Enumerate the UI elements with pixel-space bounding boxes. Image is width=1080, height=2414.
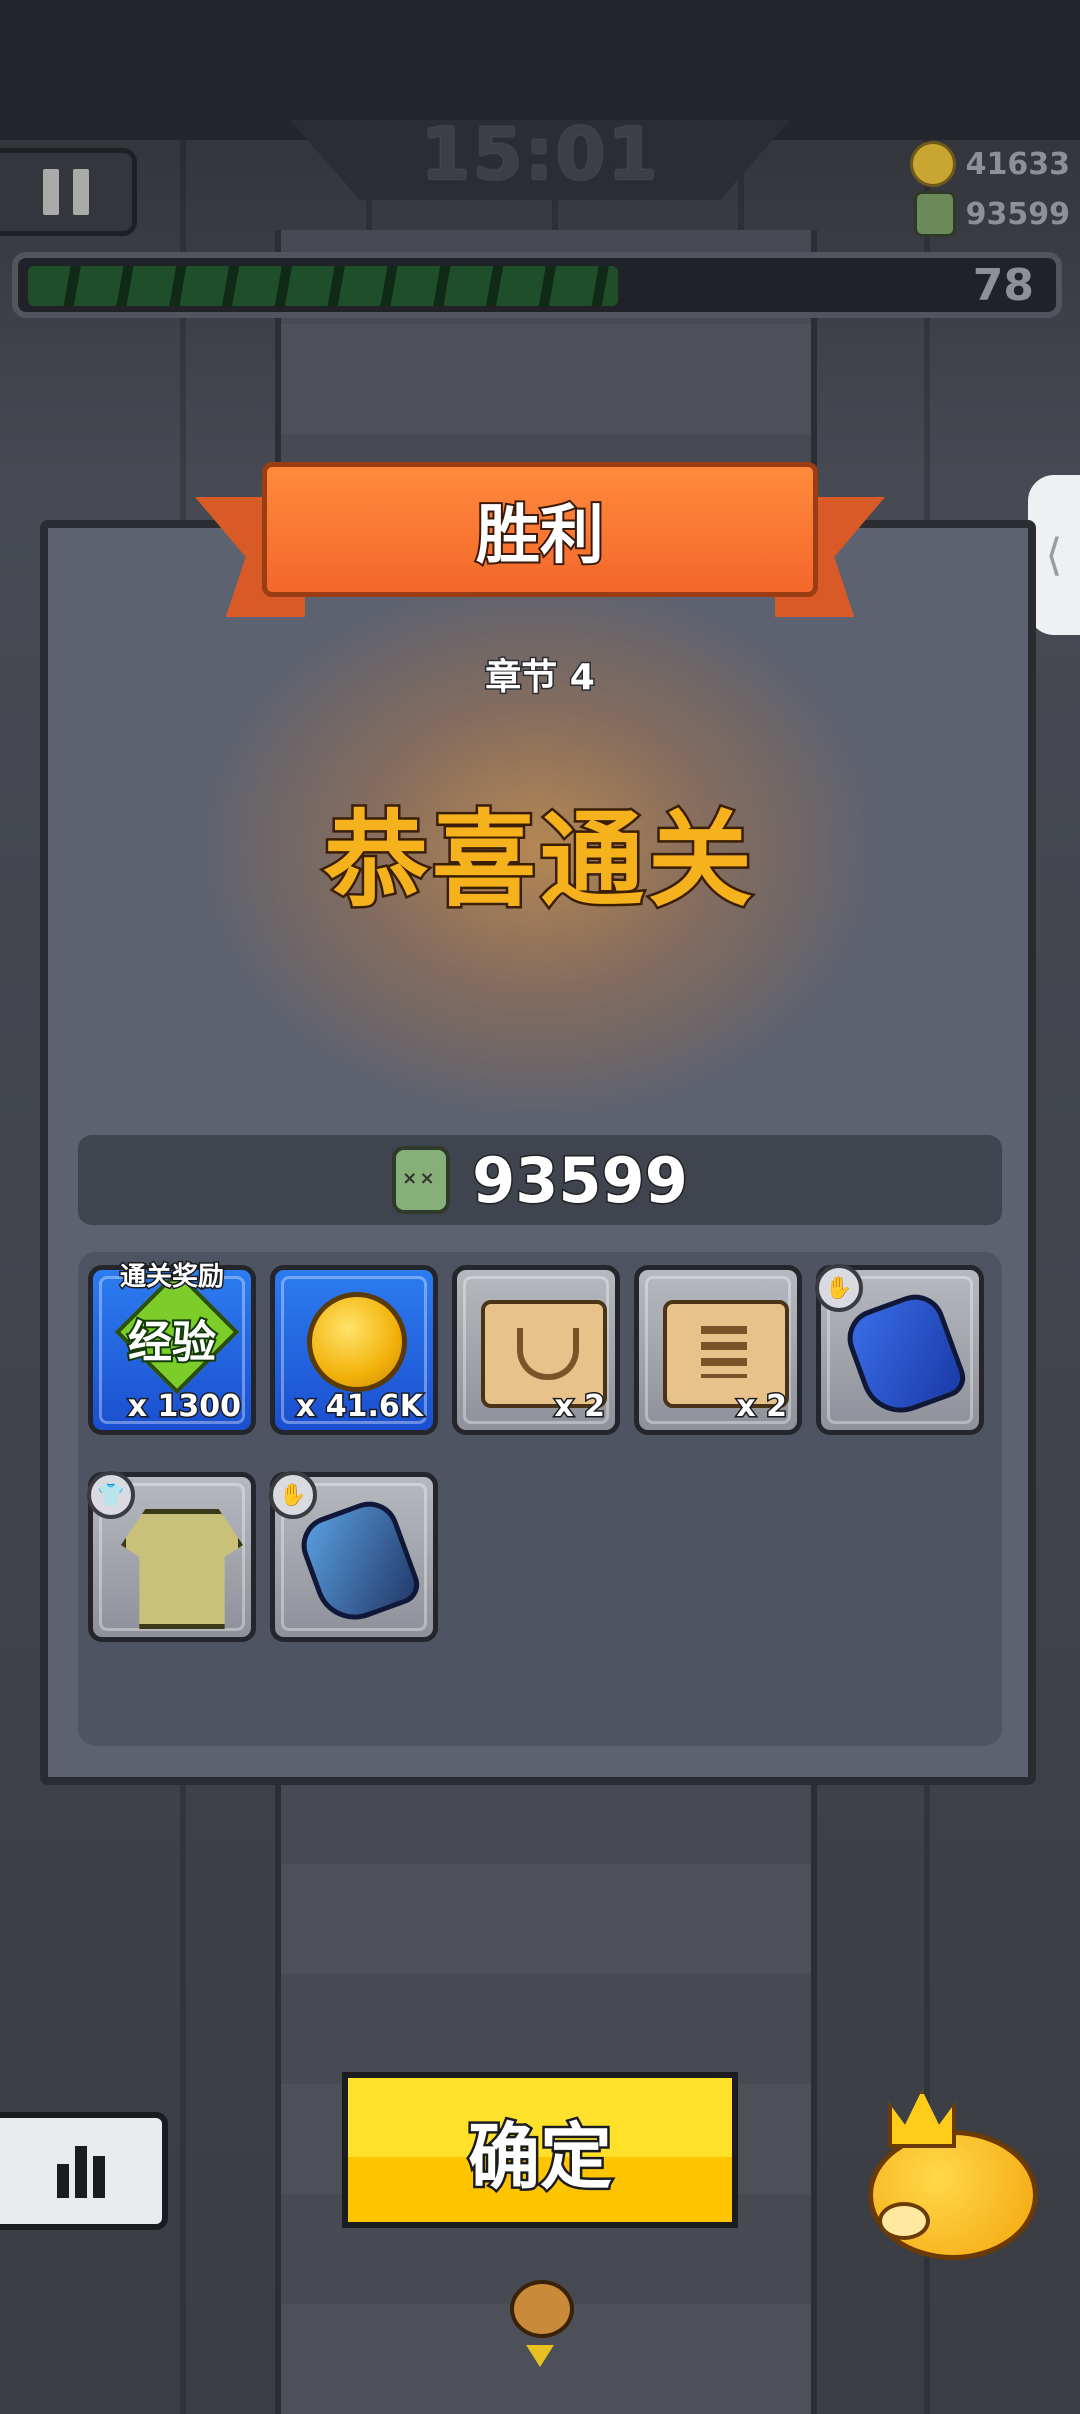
- glove-slot-badge: ✋: [269, 1471, 317, 1519]
- coin-counter: 41633: [909, 140, 1070, 188]
- blueprint-mark: [701, 1326, 747, 1378]
- coin-icon: [307, 1292, 407, 1392]
- bar-chart-icon: [75, 2146, 87, 2198]
- confirm-button[interactable]: 确定: [342, 2072, 738, 2228]
- player-direction-arrow: [526, 2345, 554, 2367]
- xp-bar-fill: [28, 266, 618, 306]
- congrats-text: 恭喜通关: [321, 797, 756, 924]
- armor-slot-badge: 👕: [87, 1471, 135, 1519]
- pause-button[interactable]: [0, 148, 137, 236]
- kill-summary-count: 93599: [471, 1142, 690, 1218]
- xp-bar: 78: [12, 252, 1062, 318]
- chapter-label: 章节 4: [484, 656, 597, 700]
- kill-count: 93599: [965, 196, 1070, 232]
- exp-label: 经验: [126, 1315, 218, 1370]
- piggy-bank-button[interactable]: [858, 2090, 1048, 2270]
- player-character-icon: [510, 2280, 574, 2338]
- piggy-body: [868, 2130, 1038, 2260]
- shirt-badge-icon: 👕: [97, 1482, 125, 1508]
- pause-icon-bar: [43, 169, 59, 215]
- stats-button[interactable]: [0, 2112, 168, 2230]
- zombie-icon: [392, 1146, 451, 1214]
- kill-counter: 93599: [913, 190, 1070, 238]
- reward-qty: x 1300: [126, 1388, 242, 1426]
- pause-icon-bar: [73, 169, 89, 215]
- crown-icon: [888, 2090, 956, 2148]
- chevron-left-icon: ⟨: [1045, 529, 1063, 581]
- reward-coin[interactable]: x 41.6K: [270, 1265, 438, 1435]
- reward-glove-blue[interactable]: ✋: [815, 1264, 984, 1435]
- necklace-mark: [517, 1328, 579, 1380]
- coin-count: 41633: [965, 146, 1070, 182]
- reward-shirt[interactable]: 👕: [87, 1471, 256, 1642]
- reward-glove-dark[interactable]: ✋: [269, 1471, 438, 1642]
- reward-qty: x 2: [735, 1388, 789, 1426]
- reward-scroll-blueprint[interactable]: x 2: [634, 1265, 802, 1435]
- coin-icon: [909, 141, 956, 187]
- hand-icon: ✋: [279, 1482, 307, 1508]
- reward-scroll-armor[interactable]: x 2: [452, 1265, 620, 1435]
- victory-title: 胜利: [474, 497, 606, 575]
- glove-slot-badge: ✋: [815, 1264, 863, 1312]
- reward-qty: x 2: [553, 1388, 607, 1426]
- shirt-icon: [121, 1509, 243, 1629]
- hand-icon: ✋: [825, 1275, 853, 1301]
- piggy-snout: [878, 2202, 930, 2240]
- reward-qty: x 41.6K: [294, 1388, 424, 1426]
- zombie-icon: [913, 191, 956, 237]
- kill-summary: 93599: [78, 1135, 1002, 1225]
- bar-chart-icon: [57, 2164, 69, 2198]
- level-number: 78: [972, 260, 1034, 311]
- bar-chart-icon: [93, 2156, 105, 2198]
- confirm-label: 确定: [465, 2112, 614, 2201]
- clear-reward-label: 通关奖励: [118, 1261, 225, 1294]
- victory-banner: 胜利: [262, 462, 818, 597]
